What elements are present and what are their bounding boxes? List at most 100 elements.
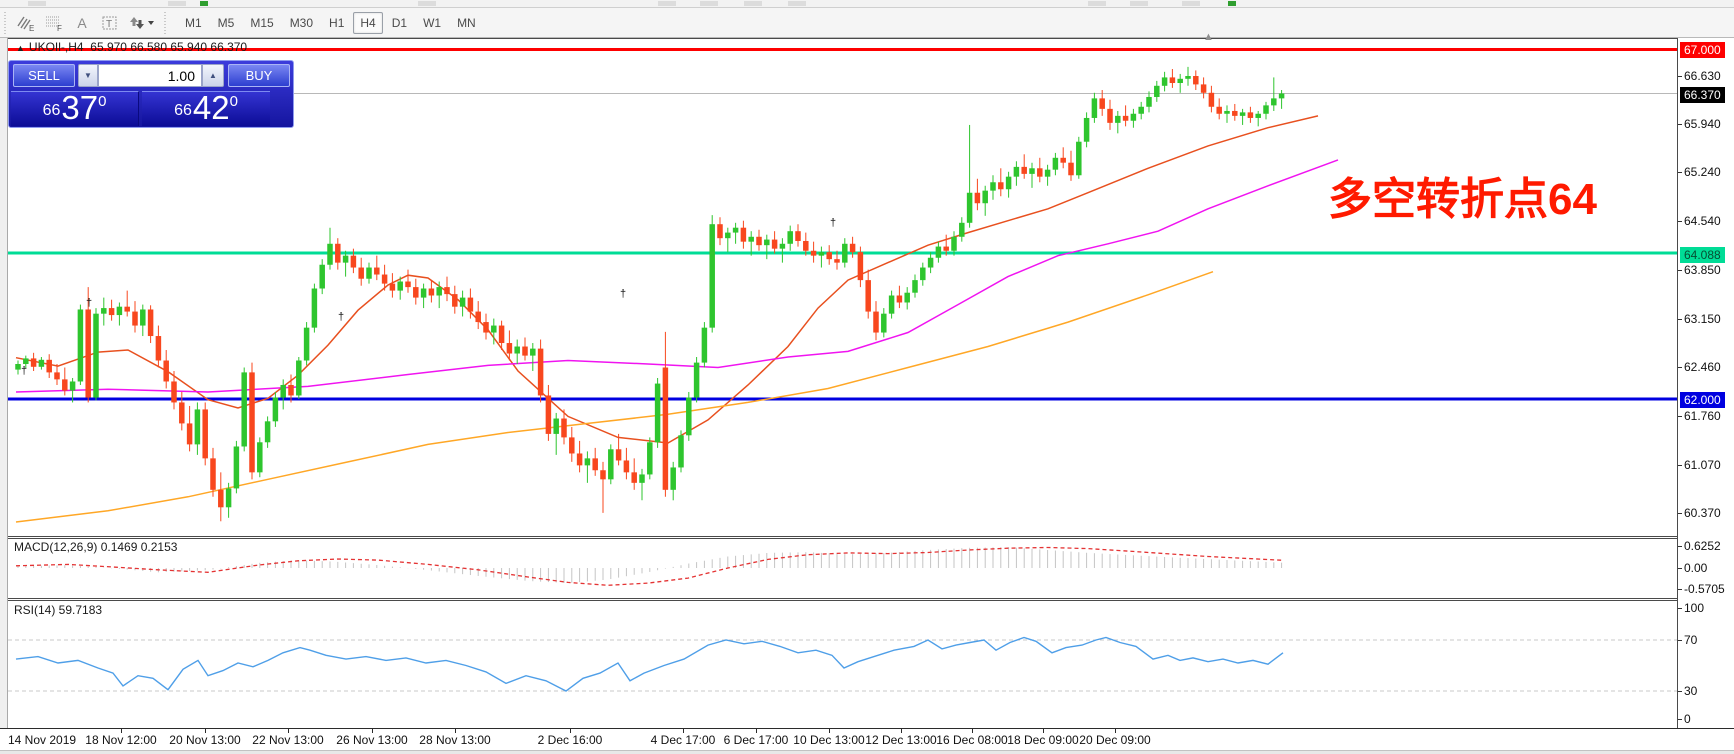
price-axis-label: 63.150 — [1684, 312, 1721, 326]
volume-decrease-button[interactable]: ▼ — [78, 64, 98, 87]
candle-body — [584, 458, 591, 466]
sell-price-display[interactable]: 66 37 0 — [11, 91, 139, 126]
timeframe-button-h4[interactable]: H4 — [353, 11, 383, 34]
svg-text:T: T — [106, 19, 112, 30]
timeframe-button-d1[interactable]: D1 — [385, 12, 414, 34]
one-click-trading-panel: SELL ▼ ▲ BUY 66 37 0 66 42 0 — [8, 60, 294, 128]
draw-textbox-icon[interactable]: T — [96, 11, 124, 35]
candle-body — [631, 472, 637, 483]
candle-body — [1029, 168, 1035, 174]
candle-body — [467, 297, 474, 312]
sell-price-fraction: 0 — [98, 93, 107, 110]
candle-body — [1247, 112, 1254, 118]
timeframe-button-m1[interactable]: M1 — [178, 12, 209, 34]
candle-body — [1052, 157, 1059, 170]
chart-object-marker[interactable]: † — [830, 217, 836, 229]
candle-body — [85, 309, 91, 398]
candle-body — [249, 372, 255, 473]
candle-body — [608, 449, 614, 480]
chart-object-marker[interactable]: † — [21, 365, 27, 377]
arrow-tools-dropdown-icon[interactable] — [124, 11, 160, 35]
candle-body — [405, 281, 411, 288]
candle-body — [1239, 112, 1246, 116]
draw-text-icon[interactable]: A — [68, 11, 96, 35]
window-bottom-edge — [0, 750, 1734, 754]
candle-body — [803, 240, 809, 251]
chart-object-marker[interactable]: † — [86, 297, 92, 309]
candle-body — [225, 488, 232, 508]
chart-object-marker[interactable]: † — [338, 311, 344, 323]
candle-body — [335, 243, 341, 263]
chart-shift-marker-icon[interactable]: ▲ — [1203, 31, 1214, 43]
candle-body — [857, 252, 864, 281]
candle-body — [358, 267, 364, 279]
time-axis-label: 12 Dec 13:00 — [865, 733, 937, 747]
candle-body — [1185, 76, 1191, 79]
candle-body — [725, 232, 731, 239]
candle-body — [1037, 168, 1043, 177]
time-axis-label: 20 Nov 13:00 — [169, 733, 241, 747]
candle-body — [810, 250, 817, 256]
candle-body — [303, 327, 310, 361]
candle-body — [1271, 98, 1277, 106]
volume-input[interactable] — [98, 64, 202, 87]
price-axis-label: 65.240 — [1684, 165, 1721, 179]
candle-body — [1146, 96, 1152, 107]
timeframe-button-w1[interactable]: W1 — [416, 12, 448, 34]
time-scale[interactable]: 14 Nov 2019 18 Nov 12:00 20 Nov 13:00 22 No… — [0, 728, 1734, 750]
candle-body — [982, 190, 988, 204]
candle-body — [1013, 166, 1020, 177]
candle-body — [849, 243, 856, 253]
draw-channel-icon[interactable]: E — [12, 11, 40, 35]
buy-price-display[interactable]: 66 42 0 — [142, 91, 270, 126]
candle-body — [46, 359, 52, 373]
candle-body — [553, 418, 559, 434]
time-axis-label: 22 Nov 13:00 — [252, 733, 324, 747]
toolbar-grip[interactable] — [3, 11, 8, 34]
candle-body — [1169, 77, 1176, 84]
timeframe-button-h1[interactable]: H1 — [322, 12, 351, 34]
draw-fibo-grid-icon[interactable]: F — [40, 11, 68, 35]
chart-object-marker[interactable]: † — [620, 288, 626, 300]
candle-body — [686, 397, 692, 436]
candle-body — [257, 442, 263, 473]
candle-body — [647, 442, 653, 475]
candle-body — [54, 372, 60, 380]
candle-body — [124, 306, 130, 312]
timeframe-button-m15[interactable]: M15 — [243, 12, 280, 34]
collapse-triangle-icon[interactable]: ▲ — [16, 43, 25, 53]
buy-button[interactable]: BUY — [228, 64, 290, 87]
timeframe-group: M1 M5 M15 M30 H1 H4 D1 W1 MN — [178, 11, 485, 34]
chart-text-annotation[interactable]: 多空转折点64 — [1328, 163, 1597, 227]
timeframe-button-m5[interactable]: M5 — [211, 12, 242, 34]
candle-body — [717, 224, 723, 239]
candle-body — [342, 255, 349, 263]
candle-body — [459, 297, 466, 307]
volume-increase-button[interactable]: ▲ — [202, 64, 224, 87]
candle-body — [740, 227, 747, 242]
candle-body — [1224, 110, 1230, 114]
candle-body — [787, 231, 793, 244]
sell-button[interactable]: SELL — [13, 64, 75, 87]
candle-body — [452, 294, 458, 307]
candle-body — [296, 360, 302, 396]
candle-body — [514, 346, 520, 354]
time-axis-label: 18 Nov 12:00 — [85, 733, 157, 747]
candle-body — [764, 239, 770, 246]
chart-canvas[interactable]: † † † † † — [8, 38, 1678, 728]
price-scale[interactable]: 67.000 66.630 66.370 65.940 65.240 64.540 64.0… — [1678, 38, 1734, 750]
candle-body — [709, 224, 715, 328]
candle-body — [163, 360, 169, 382]
timeframe-button-m30[interactable]: M30 — [283, 12, 320, 34]
candle-body — [420, 288, 427, 298]
candle-body — [1200, 84, 1207, 93]
candle-body — [202, 409, 208, 459]
timeframe-button-mn[interactable]: MN — [450, 12, 483, 34]
candle-body — [62, 379, 68, 391]
time-axis-label: 14 Nov 2019 — [8, 733, 77, 747]
candle-body — [186, 423, 193, 445]
price-axis-label: 65.940 — [1684, 117, 1721, 131]
candle-body — [1044, 169, 1051, 177]
toolbar-grip[interactable] — [163, 11, 168, 34]
candle-body — [795, 231, 801, 241]
